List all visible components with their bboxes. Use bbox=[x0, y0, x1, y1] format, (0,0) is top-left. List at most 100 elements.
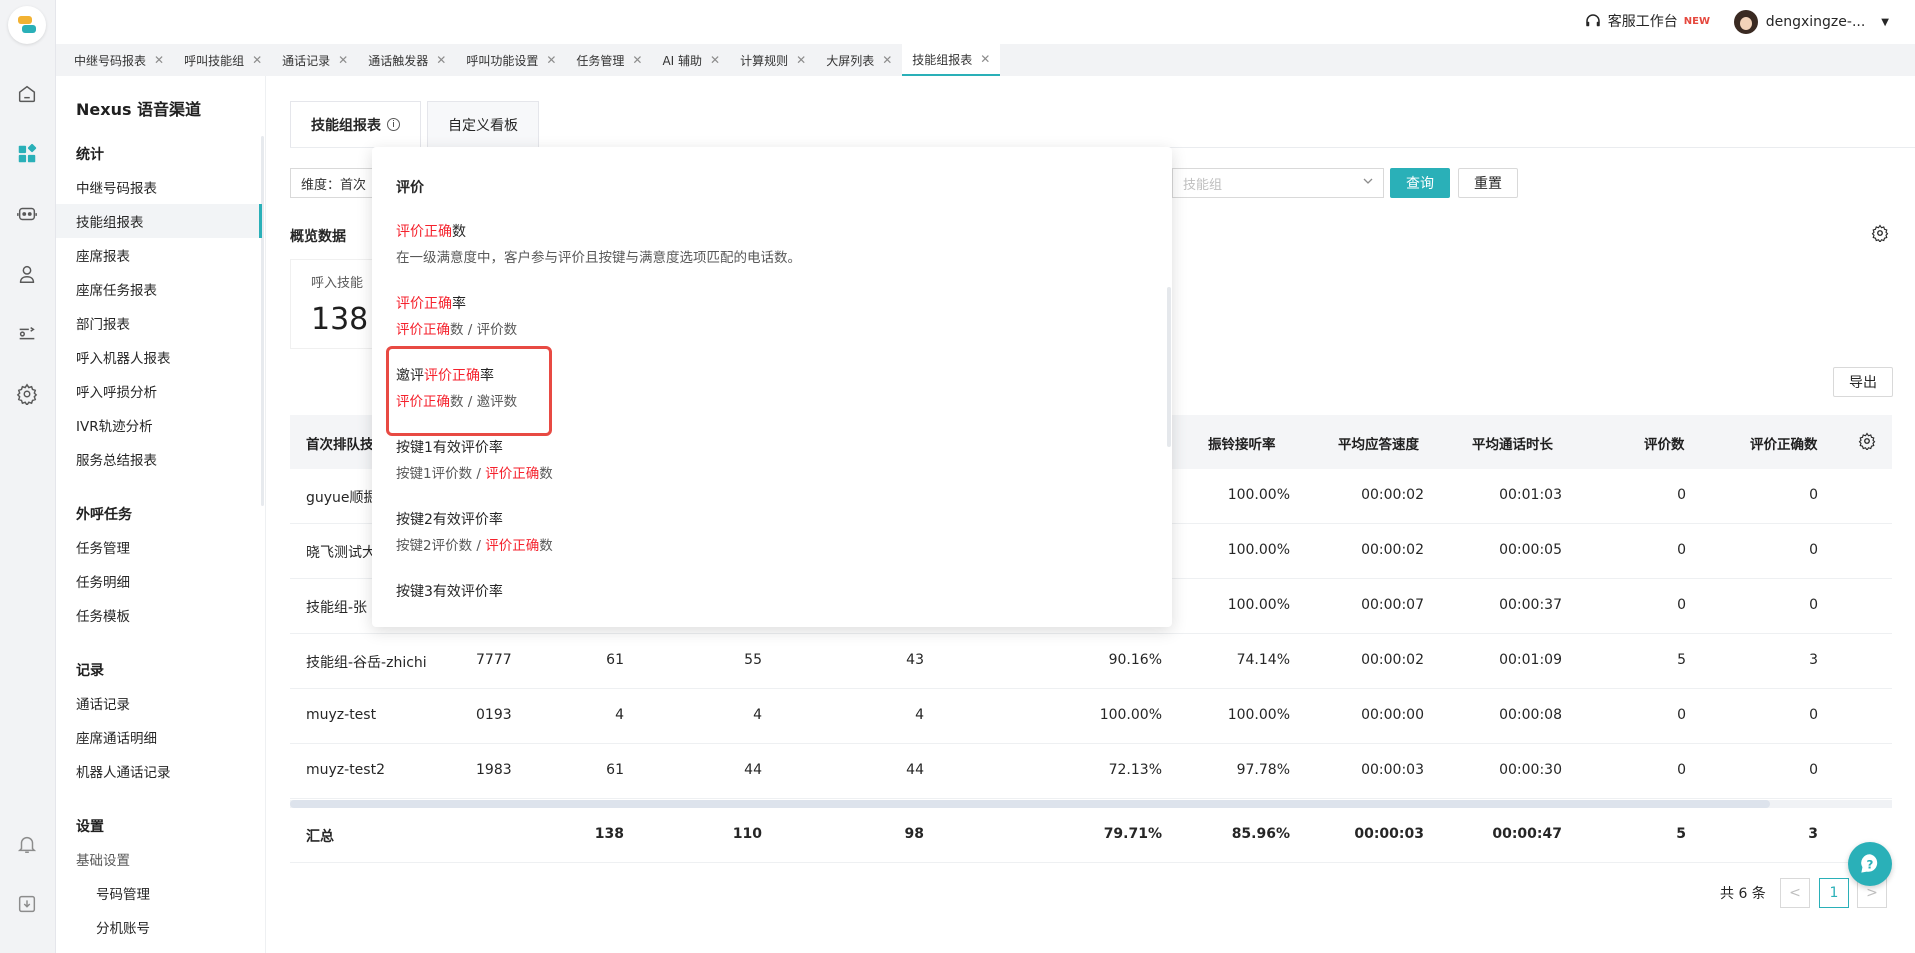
sidebar-item-number-management[interactable]: 号码管理 bbox=[56, 876, 262, 910]
cell-eval-correct: 0 bbox=[1809, 597, 1818, 613]
tab-call-records[interactable]: 通话记录 ✕ bbox=[272, 44, 358, 76]
metric-title: 按键2有效评价率 bbox=[396, 512, 503, 528]
cell-eval-correct: 0 bbox=[1809, 542, 1818, 558]
tab-trunk-report[interactable]: 中继号码报表 ✕ bbox=[64, 44, 174, 76]
tab-label: 大屏列表 bbox=[826, 53, 875, 68]
close-icon[interactable]: ✕ bbox=[796, 53, 806, 67]
cell-eval-count: 0 bbox=[1677, 762, 1686, 778]
page-button-current[interactable]: 1 bbox=[1819, 878, 1849, 908]
close-icon[interactable]: ✕ bbox=[710, 53, 720, 67]
cell-col-d: 72.13% bbox=[1108, 762, 1162, 778]
close-icon[interactable]: ✕ bbox=[338, 53, 348, 67]
close-icon[interactable]: ✕ bbox=[436, 53, 446, 67]
metric-desc-rest: 数 bbox=[539, 466, 553, 482]
prev-page-button[interactable]: < bbox=[1780, 878, 1810, 908]
cell-name: 技能组-张 bbox=[306, 600, 368, 616]
dashboard-icon[interactable] bbox=[15, 142, 39, 166]
col-avg-talk[interactable]: 平均通话时长 bbox=[1472, 433, 1553, 453]
metric-highlight: 评价正确 bbox=[396, 322, 450, 338]
select-placeholder: 技能组 bbox=[1183, 177, 1223, 193]
group-settings: 设置 bbox=[76, 819, 104, 835]
sidebar-item-trunk-report[interactable]: 中继号码报表 bbox=[56, 170, 262, 204]
col-ring-rate[interactable]: 振铃接听率 bbox=[1208, 433, 1276, 453]
scroll-thumb[interactable] bbox=[290, 800, 1770, 808]
home-icon[interactable] bbox=[15, 82, 39, 106]
cell-col-d: 79.71% bbox=[1103, 826, 1162, 842]
robot-icon[interactable] bbox=[15, 202, 39, 226]
skill-group-select[interactable]: 技能组 bbox=[1172, 168, 1384, 198]
sidebar-item-extension-account[interactable]: 分机账号 bbox=[56, 910, 262, 944]
tab-calc-rules[interactable]: 计算规则 ✕ bbox=[730, 44, 816, 76]
close-icon[interactable]: ✕ bbox=[632, 53, 642, 67]
tab-skill-group-report[interactable]: 技能组报表 i bbox=[290, 101, 421, 147]
table-row[interactable]: muyz-test 0193 4 4 4 100.00% 100.00% 00:… bbox=[290, 689, 1892, 744]
sidebar-item-task-template[interactable]: 任务模板 bbox=[56, 598, 262, 632]
sidebar-item-task-management[interactable]: 任务管理 bbox=[56, 530, 262, 564]
tab-call-settings[interactable]: 呼叫功能设置 ✕ bbox=[456, 44, 566, 76]
metric-highlight: 评价正确 bbox=[396, 296, 452, 312]
sidebar-item-basic-settings[interactable]: 基础设置 bbox=[56, 842, 262, 876]
sidebar-item-agent-call-detail[interactable]: 座席通话明细 bbox=[56, 720, 262, 754]
routing-icon[interactable] bbox=[15, 322, 39, 346]
col-eval-count[interactable]: 评价数 bbox=[1644, 433, 1685, 453]
avatar bbox=[1733, 10, 1758, 34]
col-avg-answer[interactable]: 平均应答速度 bbox=[1338, 433, 1419, 453]
reset-button[interactable]: 重置 bbox=[1458, 168, 1518, 198]
tab-label: 通话触发器 bbox=[368, 53, 429, 68]
cell-avg-talk: 00:01:09 bbox=[1499, 652, 1562, 668]
agent-icon[interactable] bbox=[15, 262, 39, 286]
sidebar-item-agent-task-report[interactable]: 座席任务报表 bbox=[56, 272, 262, 306]
close-icon[interactable]: ✕ bbox=[154, 53, 164, 67]
column-settings-icon[interactable] bbox=[1858, 432, 1876, 450]
close-icon[interactable]: ✕ bbox=[252, 53, 262, 67]
tab-call-trigger[interactable]: 通话触发器 ✕ bbox=[358, 44, 456, 76]
close-icon[interactable]: ✕ bbox=[980, 52, 990, 66]
sidebar-item-agent-report[interactable]: 座席报表 bbox=[56, 238, 262, 272]
tab-task-management[interactable]: 任务管理 ✕ bbox=[566, 44, 652, 76]
tab-skill-group[interactable]: 呼叫技能组 ✕ bbox=[174, 44, 272, 76]
export-button[interactable]: 导出 bbox=[1833, 367, 1893, 397]
settings-gear-icon[interactable] bbox=[15, 382, 39, 406]
sidebar-item-dept-report[interactable]: 部门报表 bbox=[56, 306, 262, 340]
tab-big-screen[interactable]: 大屏列表 ✕ bbox=[816, 44, 902, 76]
download-icon[interactable] bbox=[15, 892, 39, 916]
close-icon[interactable]: ✕ bbox=[882, 53, 892, 67]
col-eval-correct[interactable]: 评价正确数 bbox=[1750, 433, 1818, 453]
sidebar-item-loss-analysis[interactable]: 呼入呼损分析 bbox=[56, 374, 262, 408]
sidebar-item-call-records[interactable]: 通话记录 bbox=[56, 686, 262, 720]
metric-eval-correct-count: 评价正确数 在一级满意度中，客户参与评价且按键与满意度选项匹配的电话数。 bbox=[396, 221, 801, 269]
overview-card: 呼入技能 138 bbox=[290, 259, 380, 349]
table-row[interactable]: 技能组-谷岳-zhichi 7777 61 55 43 90.16% 74.14… bbox=[290, 634, 1892, 689]
table-row[interactable]: muyz-test2 1983 61 44 44 72.13% 97.78% 0… bbox=[290, 744, 1892, 799]
tab-label: 呼叫技能组 bbox=[184, 53, 245, 68]
sidebar-item-skill-report[interactable]: 技能组报表 bbox=[56, 204, 262, 238]
icon-rail bbox=[0, 0, 56, 953]
cell-col-c: 98 bbox=[904, 826, 924, 842]
cell-col-a: 138 bbox=[594, 826, 624, 842]
popover-scrollbar[interactable] bbox=[1167, 287, 1171, 447]
cell-avg-answer: 00:00:02 bbox=[1361, 487, 1424, 503]
dimension-select[interactable]: 维度：首次 bbox=[290, 168, 385, 198]
tab-skill-report[interactable]: 技能组报表 ✕ bbox=[902, 44, 1001, 76]
table-horizontal-scrollbar[interactable] bbox=[290, 800, 1892, 808]
sidebar-item-robot-report[interactable]: 呼入机器人报表 bbox=[56, 340, 262, 374]
sidebar-item-service-summary[interactable]: 服务总结报表 bbox=[56, 442, 262, 476]
sidebar-item-task-detail[interactable]: 任务明细 bbox=[56, 564, 262, 598]
tab-custom-dashboard[interactable]: 自定义看板 bbox=[427, 101, 539, 147]
query-button[interactable]: 查询 bbox=[1390, 168, 1450, 198]
workspace-switch[interactable]: 客服工作台 NEW bbox=[1584, 11, 1710, 31]
help-chat-button[interactable]: ? bbox=[1848, 842, 1892, 886]
overview-settings-icon[interactable] bbox=[1871, 224, 1889, 242]
user-menu[interactable]: dengxingze-... ▼ bbox=[1733, 10, 1889, 34]
tab-ai-assist[interactable]: AI 辅助 ✕ bbox=[652, 44, 730, 76]
bell-icon[interactable] bbox=[15, 832, 39, 856]
metric-key3-valid-rate: 按键3有效评价率 bbox=[396, 581, 503, 603]
sidebar-item-robot-call-records[interactable]: 机器人通话记录 bbox=[56, 754, 262, 788]
metric-title: 按键3有效评价率 bbox=[396, 584, 503, 600]
info-icon[interactable]: i bbox=[387, 118, 400, 131]
app-logo-icon[interactable] bbox=[8, 6, 46, 44]
col-first-queue[interactable]: 首次排队技 bbox=[306, 433, 374, 453]
metric-desc: 按键1评价数 / 评价正确数 bbox=[396, 463, 553, 485]
close-icon[interactable]: ✕ bbox=[546, 53, 556, 67]
sidebar-item-ivr-analysis[interactable]: IVR轨迹分析 bbox=[56, 408, 262, 442]
